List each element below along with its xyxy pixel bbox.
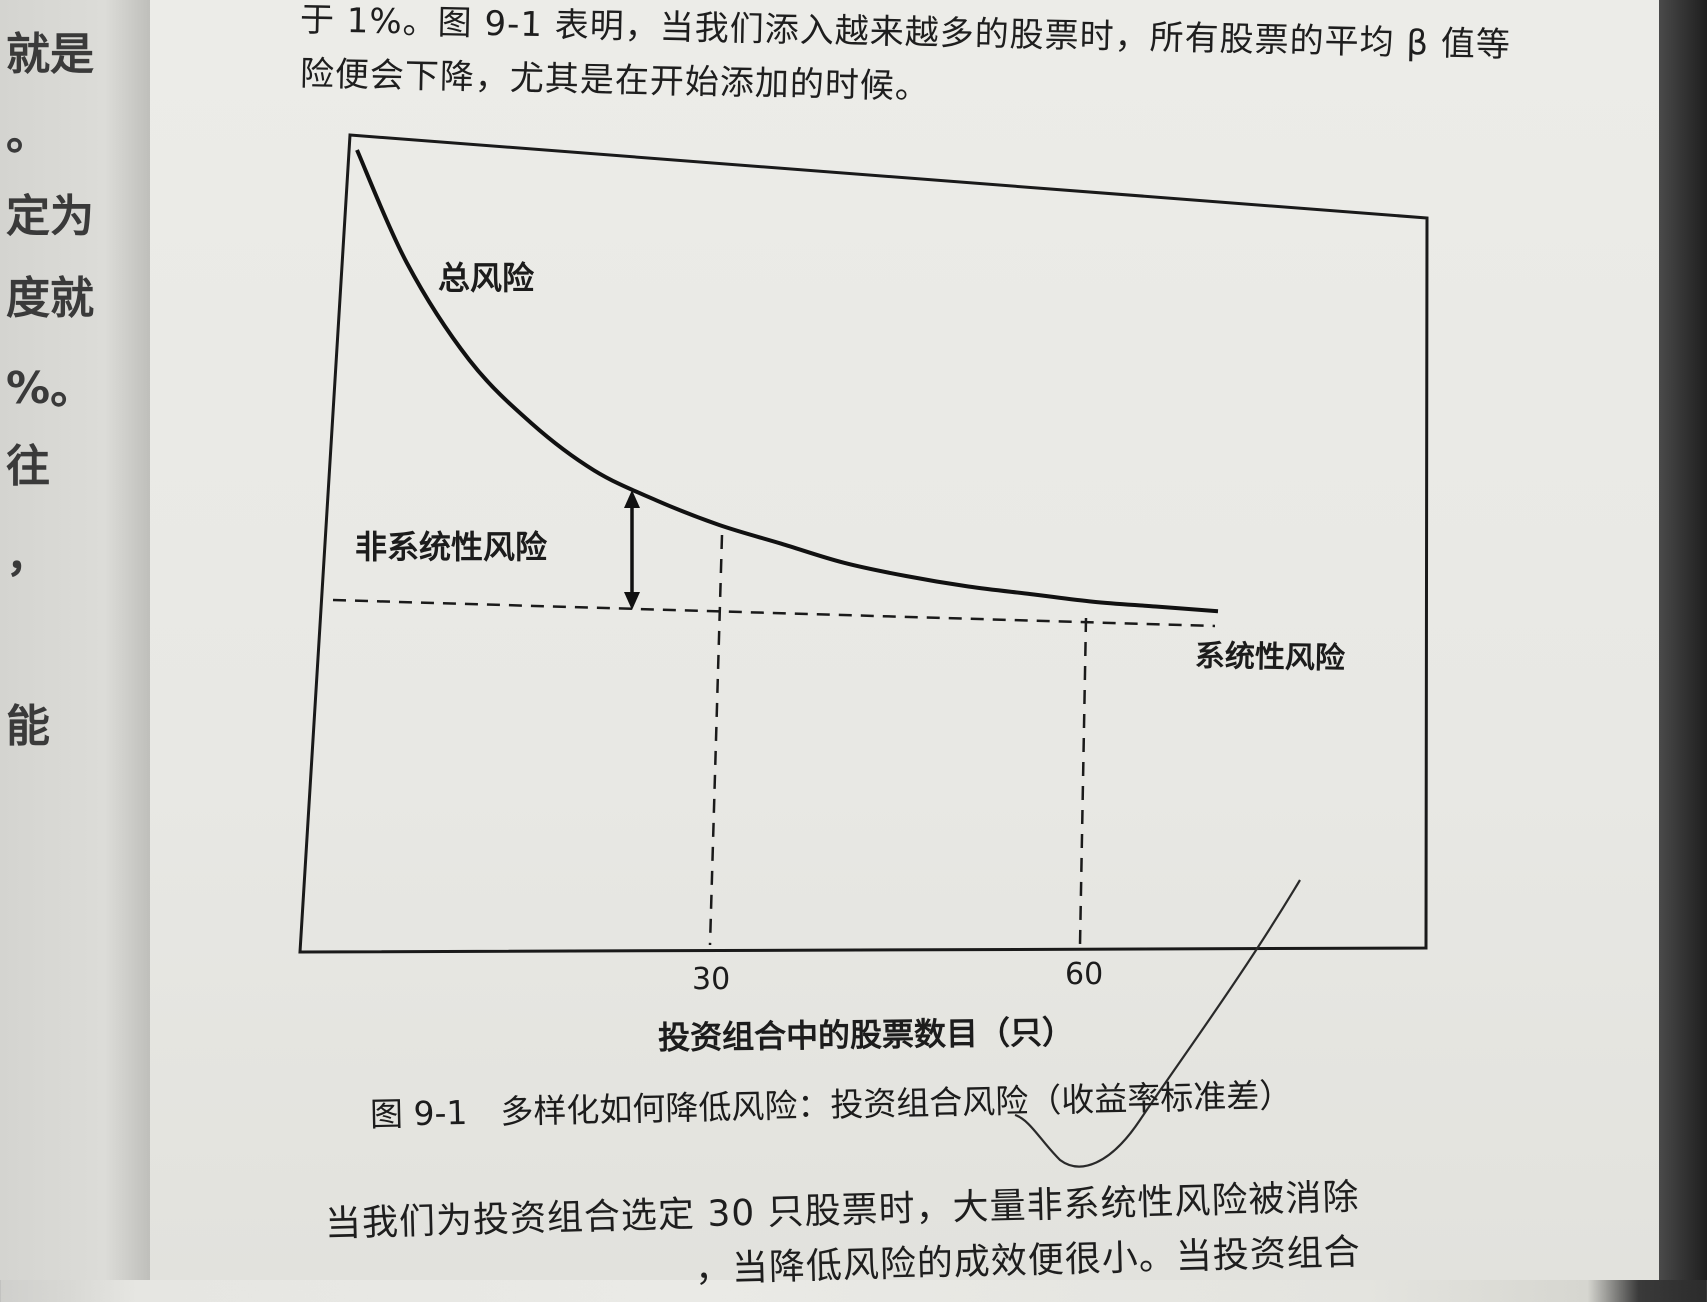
arrow-head-down <box>624 592 640 610</box>
systematic-risk-line <box>332 598 1216 628</box>
unsystematic-risk-label: 非系统性风险 <box>355 528 548 566</box>
x60-guide-line <box>1078 617 1088 946</box>
x-axis-label: 投资组合中的股票数目（只） <box>657 1013 1075 1057</box>
x-tick-60: 60 <box>1065 957 1104 992</box>
x-tick-30: 30 <box>692 962 731 997</box>
systematic-risk-label: 系统性风险 <box>1194 638 1346 677</box>
total-risk-label: 总风险 <box>438 259 535 297</box>
x30-guide-line <box>708 534 724 946</box>
